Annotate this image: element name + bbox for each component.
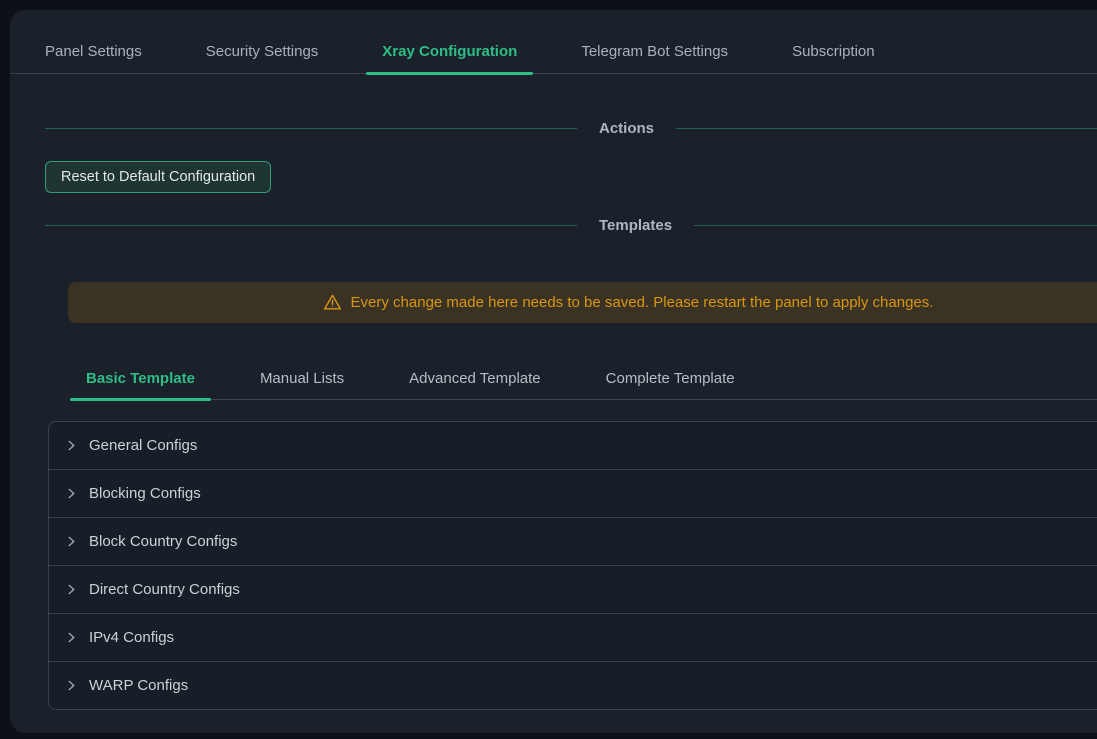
tab-basic-template[interactable]: Basic Template (70, 369, 211, 399)
template-tab-bar: Basic Template Manual Lists Advanced Tem… (70, 361, 1097, 400)
tab-advanced-template[interactable]: Advanced Template (393, 369, 556, 399)
collapse-header-block-country-configs[interactable]: Block Country Configs (49, 517, 1097, 565)
collapse-header-warp-configs[interactable]: WARP Configs (49, 661, 1097, 709)
collapse-header-label: Block Country Configs (89, 533, 237, 550)
templates-section-label: Templates (599, 217, 672, 234)
actions-section-label: Actions (599, 120, 654, 137)
actions-divider: Actions (45, 117, 1097, 139)
tab-complete-template[interactable]: Complete Template (590, 369, 751, 399)
collapse-header-label: IPv4 Configs (89, 629, 174, 646)
collapse-header-label: Direct Country Configs (89, 581, 240, 598)
main-tab-bar: Panel Settings Security Settings Xray Co… (10, 10, 1097, 74)
templates-divider: Templates (45, 214, 1097, 236)
collapse-header-general-configs[interactable]: General Configs (49, 422, 1097, 469)
chevron-right-icon (66, 440, 77, 451)
chevron-right-icon (66, 632, 77, 643)
chevron-right-icon (66, 584, 77, 595)
divider-line (45, 128, 577, 129)
reset-default-configuration-button[interactable]: Reset to Default Configuration (45, 161, 271, 193)
collapse-header-blocking-configs[interactable]: Blocking Configs (49, 469, 1097, 517)
tab-manual-lists[interactable]: Manual Lists (244, 369, 360, 399)
warning-banner: Every change made here needs to be saved… (68, 282, 1097, 323)
tab-telegram-bot-settings[interactable]: Telegram Bot Settings (565, 42, 744, 73)
warning-text: Every change made here needs to be saved… (351, 294, 934, 311)
tab-subscription[interactable]: Subscription (776, 42, 891, 73)
divider-line (676, 128, 1097, 129)
configs-collapse-list: General Configs Blocking Configs Block C… (48, 421, 1097, 710)
chevron-right-icon (66, 488, 77, 499)
collapse-header-label: General Configs (89, 437, 197, 454)
tab-panel-settings[interactable]: Panel Settings (29, 42, 158, 73)
chevron-right-icon (66, 536, 77, 547)
divider-line (45, 225, 577, 226)
tab-security-settings[interactable]: Security Settings (190, 42, 335, 73)
collapse-header-label: WARP Configs (89, 677, 188, 694)
divider-line (694, 225, 1097, 226)
collapse-header-label: Blocking Configs (89, 485, 201, 502)
tab-content: Actions Reset to Default Configuration T… (10, 117, 1097, 710)
chevron-right-icon (66, 680, 77, 691)
tab-xray-configuration[interactable]: Xray Configuration (366, 42, 533, 73)
settings-card: Panel Settings Security Settings Xray Co… (10, 10, 1097, 733)
collapse-header-ipv4-configs[interactable]: IPv4 Configs (49, 613, 1097, 661)
warning-triangle-icon (323, 293, 342, 312)
collapse-header-direct-country-configs[interactable]: Direct Country Configs (49, 565, 1097, 613)
